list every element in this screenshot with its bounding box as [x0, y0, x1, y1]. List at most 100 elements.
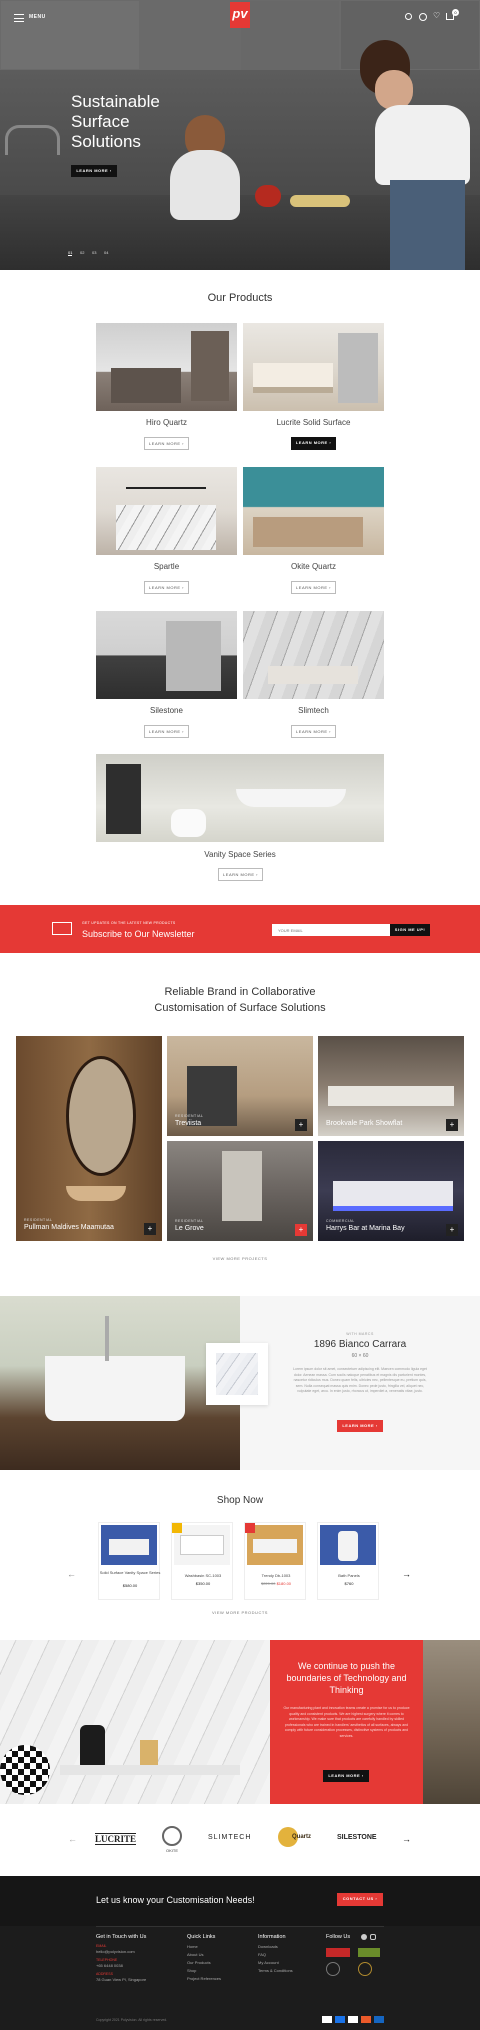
slide-indicator-2[interactable]: 02 [80, 250, 84, 255]
product-image-vanity[interactable] [96, 754, 384, 842]
product-image-silestone[interactable] [96, 611, 237, 699]
product-learn-more-button[interactable]: LEARN MORE › [144, 581, 189, 594]
mirror-shape [66, 1056, 136, 1176]
footer-link[interactable]: Home [187, 1944, 198, 1949]
user-icon[interactable] [419, 13, 427, 21]
brand-logo-slimtech[interactable]: SLIMTECH [208, 1834, 251, 1841]
footer-link[interactable]: Project References [187, 1976, 221, 1981]
slide-indicator-1[interactable]: 01 [68, 250, 73, 256]
project-plus-icon[interactable]: + [446, 1119, 458, 1131]
product-learn-more-button[interactable]: LEARN MORE › [291, 725, 336, 738]
instagram-icon[interactable] [370, 1934, 376, 1940]
farm-sink-shape [45, 1356, 185, 1421]
menu-label[interactable]: MENU [29, 14, 46, 20]
product-name[interactable]: Slimtech [243, 706, 384, 715]
brand-logo-lucrite[interactable]: LUCRITE [95, 1833, 137, 1845]
promo-learn-more-button[interactable]: LEARN MORE › [323, 1770, 369, 1782]
fridge-shape [166, 621, 221, 691]
chevron-left-icon[interactable]: ← [68, 1834, 77, 1844]
footer-link[interactable]: My Account [258, 1960, 279, 1965]
slide-indicator-4[interactable]: 04 [104, 250, 108, 255]
envelope-icon [52, 922, 72, 935]
footer: Get in Touch with Us EMAIL hello@polyvis… [0, 1926, 480, 2030]
product-learn-more-button[interactable]: LEARN MORE › [144, 725, 189, 738]
footer-link[interactable]: Shop [187, 1968, 196, 1973]
product-image-okite[interactable] [243, 467, 384, 555]
project-card-pullman[interactable]: RESIDENTIAL Pullman Maldives Maamutaa + [16, 1036, 162, 1241]
product-name[interactable]: Lucrite Solid Surface [243, 418, 384, 427]
promo-image [0, 1640, 270, 1804]
brand-logo-okite[interactable]: OKITE [160, 1848, 184, 1853]
product-name[interactable]: Silestone [96, 706, 237, 715]
footer-link[interactable]: About Us [187, 1952, 203, 1957]
shop-card[interactable]: Bath Panels $760 [317, 1522, 379, 1600]
hamburger-icon[interactable] [14, 14, 24, 22]
basin-shape [180, 1535, 224, 1555]
chevron-right-icon[interactable]: → [402, 1834, 411, 1844]
brand-logo-silestone[interactable]: SILESTONE [337, 1834, 377, 1841]
feature-learn-more-button[interactable]: LEARN MORE › [337, 1420, 383, 1432]
footer-link[interactable]: Terms & Conditions [258, 1968, 293, 1973]
chevron-right-icon[interactable]: → [402, 1569, 411, 1579]
product-learn-more-button[interactable]: LEARN MORE › [291, 437, 336, 450]
heart-icon[interactable]: ♡ [433, 12, 440, 20]
product-name[interactable]: Spartle [96, 562, 237, 571]
brand-logo-quartz[interactable]: Quartz [292, 1834, 311, 1840]
product-image-lucrite[interactable] [243, 323, 384, 411]
newsletter-title: Subscribe to Our Newsletter [82, 929, 195, 939]
project-card-le-grove[interactable]: RESIDENTIAL Le Grove + [167, 1141, 313, 1241]
project-plus-icon[interactable]: + [295, 1224, 307, 1236]
hero-title-line: Sustainable [71, 92, 160, 111]
project-card-harrys[interactable]: COMMERCIAL Harrys Bar at Marina Bay + [318, 1141, 464, 1241]
site-logo[interactable]: pv [230, 2, 250, 28]
project-card-treviista[interactable]: RESIDENTIAL Treviista + [167, 1036, 313, 1136]
product-name[interactable]: Hiro Quartz [96, 418, 237, 427]
product-image-slimtech[interactable] [243, 611, 384, 699]
shop-card[interactable]: Washbasin SC-1003 $350.00 [171, 1522, 233, 1600]
shop-product-price: $760 [344, 1581, 354, 1586]
product-thumb [101, 1525, 157, 1565]
project-category: COMMERCIAL [326, 1219, 355, 1223]
shop-card[interactable]: Trendy Db-1003 $220.00 $180.00 [244, 1522, 306, 1600]
product-image-hiro-quartz[interactable] [96, 323, 237, 411]
project-card-brookvale[interactable]: Brookvale Park Showflat + [318, 1036, 464, 1136]
product-thumb [320, 1525, 376, 1565]
project-plus-icon[interactable]: + [295, 1119, 307, 1131]
hero-title-line: Solutions [71, 132, 141, 151]
product-learn-more-button[interactable]: LEARN MORE › [291, 581, 336, 594]
newsletter-email-input[interactable] [272, 924, 390, 936]
product-name[interactable]: Okite Quartz [243, 562, 384, 571]
project-name: Le Grove [175, 1225, 204, 1232]
black-vase [80, 1725, 105, 1770]
project-plus-icon[interactable]: + [446, 1224, 458, 1236]
footer-link[interactable]: Downloads [258, 1944, 278, 1949]
tall-cabinet [191, 331, 229, 401]
product-name[interactable]: Vanity Space Series [96, 850, 384, 859]
product-learn-more-button[interactable]: LEARN MORE › [144, 437, 189, 450]
checkered-vase [0, 1745, 50, 1795]
footer-link[interactable]: Our Products [187, 1960, 211, 1965]
shop-card[interactable]: Solid Surface Vanity Space Series $580.0… [98, 1522, 160, 1600]
footer-email[interactable]: hello@polyvision.com [96, 1949, 135, 1954]
view-more-projects-link[interactable]: VIEW MORE PROJECTS [0, 1256, 480, 1261]
brand-logo-okite-mark[interactable] [162, 1826, 182, 1846]
shelf-shape [106, 764, 141, 834]
button-label: LEARN MORE [328, 1773, 361, 1778]
hero-learn-more-button[interactable]: LEARN MORE › [71, 165, 117, 177]
product-learn-more-button[interactable]: LEARN MORE › [218, 868, 263, 881]
promo-panel: We continue to push the boundaries of Te… [270, 1640, 423, 1804]
search-icon[interactable] [405, 13, 412, 20]
table-shape [253, 363, 333, 393]
view-more-products-link[interactable]: VIEW MORE PRODUCTS [0, 1610, 480, 1615]
marble-island [116, 505, 216, 550]
chevron-left-icon[interactable]: ← [67, 1569, 76, 1579]
product-image-spartle[interactable] [96, 467, 237, 555]
footer-link[interactable]: FAQ [258, 1952, 266, 1957]
slide-indicator-3[interactable]: 03 [92, 250, 96, 255]
newsletter-submit-button[interactable]: SIGN ME UP! [390, 924, 430, 936]
footer-info-title: Information [258, 1934, 286, 1940]
contact-us-button[interactable]: CONTACT US › [337, 1893, 383, 1906]
project-plus-icon[interactable]: + [144, 1223, 156, 1235]
facebook-icon[interactable] [361, 1934, 367, 1940]
footer-phone[interactable]: +65 6448 0038 [96, 1963, 123, 1968]
